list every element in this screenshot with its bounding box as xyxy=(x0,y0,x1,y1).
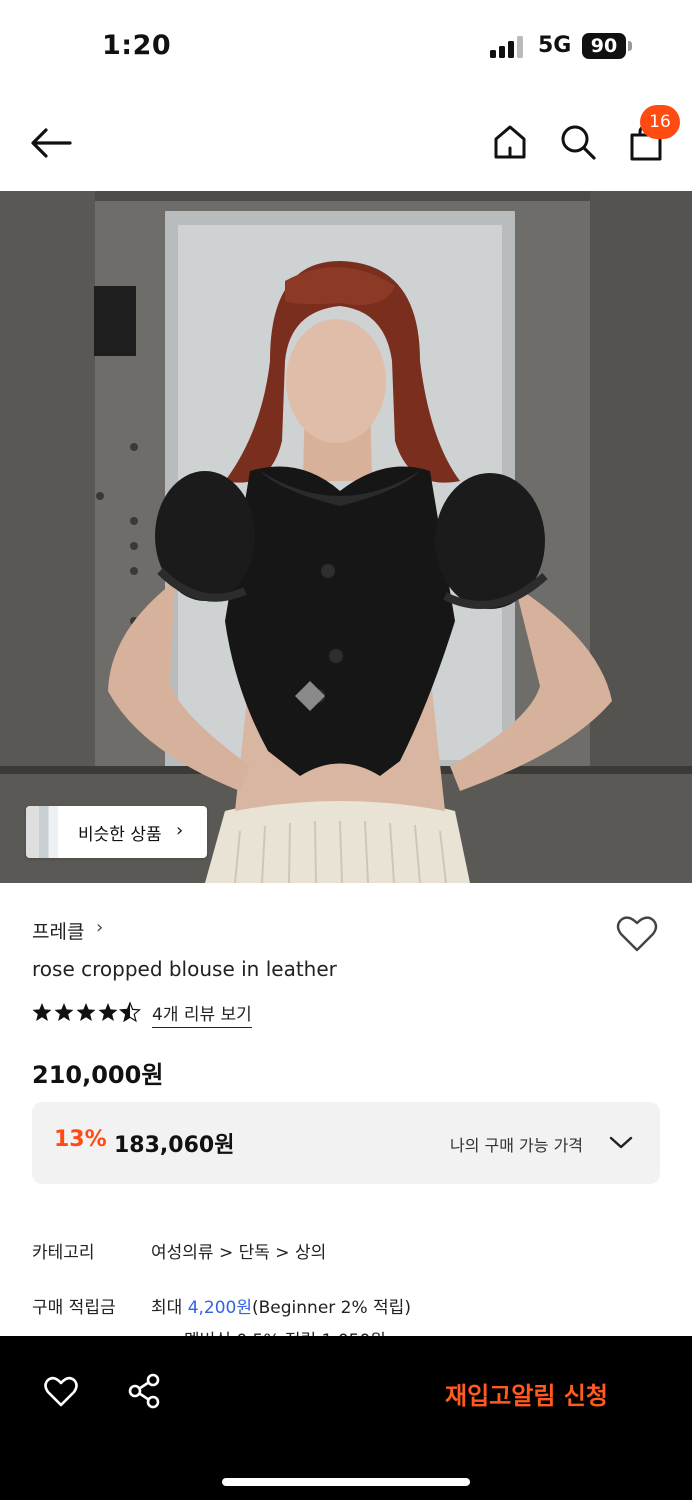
wishlist-heart-icon[interactable] xyxy=(44,1376,78,1408)
search-icon[interactable] xyxy=(558,122,598,162)
star-rating-icon xyxy=(32,1002,141,1022)
chevron-right-icon: › xyxy=(176,820,184,841)
original-price: 210,000원 xyxy=(32,1061,164,1089)
home-icon[interactable] xyxy=(490,122,530,162)
bottom-action-bar: 재입고알림 신청 xyxy=(0,1336,692,1500)
my-price-label: 나의 구매 가능 가격 xyxy=(450,1136,584,1155)
similar-products-thumbnail xyxy=(26,806,58,858)
restock-alert-button[interactable]: 재입고알림 신청 xyxy=(445,1376,608,1411)
my-price-box[interactable]: 13% 183,060원 나의 구매 가능 가격 xyxy=(32,1102,660,1184)
signal-icon xyxy=(490,36,523,58)
points-label: 구매 적립금 xyxy=(32,1298,116,1318)
discount-rate: 13% xyxy=(54,1127,107,1152)
network-type: 5G xyxy=(538,33,572,58)
similar-products-button[interactable]: 비슷한 상품 › xyxy=(26,806,207,858)
category-label: 카테고리 xyxy=(32,1243,95,1263)
cart-count-badge: 16 xyxy=(640,105,680,139)
discount-price: 183,060원 xyxy=(114,1133,235,1158)
top-navigation: 16 xyxy=(0,95,692,191)
membership-points-partial: 멤버십 0.5% 적립 1,050원 xyxy=(184,1326,386,1336)
share-icon[interactable] xyxy=(127,1373,161,1409)
home-indicator xyxy=(222,1478,470,1486)
similar-products-label: 비슷한 상품 xyxy=(78,825,162,845)
review-link[interactable]: 4개 리뷰 보기 xyxy=(152,1000,252,1028)
product-photo xyxy=(0,191,692,883)
points-value: 최대 4,200원(Beginner 2% 적립) xyxy=(151,1293,411,1318)
status-bar: 1:20 5G 90 xyxy=(0,0,692,95)
chevron-right-icon: › xyxy=(96,917,104,938)
points-amount: 4,200원 xyxy=(187,1298,252,1318)
product-image[interactable] xyxy=(0,191,692,883)
brand-link[interactable]: 프레클 xyxy=(32,917,84,944)
points-suffix: (Beginner 2% 적립) xyxy=(252,1298,411,1318)
category-path[interactable]: 여성의류 > 단독 > 상의 xyxy=(151,1238,326,1263)
battery-indicator: 90 xyxy=(582,33,626,59)
chevron-down-icon[interactable] xyxy=(608,1132,634,1152)
points-prefix: 최대 xyxy=(151,1298,188,1318)
wishlist-heart-icon[interactable] xyxy=(616,915,658,953)
battery-tip xyxy=(628,41,632,51)
back-arrow-icon[interactable] xyxy=(28,123,74,163)
product-title: rose cropped blouse in leather xyxy=(32,957,337,981)
status-time: 1:20 xyxy=(102,30,172,61)
